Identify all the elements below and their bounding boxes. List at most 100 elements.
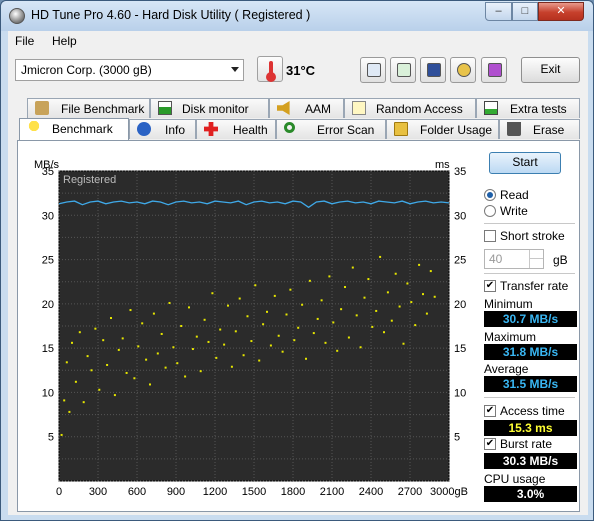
access-time-point — [110, 317, 112, 320]
copy-info-button[interactable] — [360, 57, 386, 83]
access-time-point — [156, 352, 159, 355]
down-arrow-icon — [488, 63, 502, 77]
access-time-point — [398, 305, 401, 308]
access-time-point — [320, 299, 323, 302]
tab-label: File Benchmark — [61, 102, 145, 116]
tab-label: AAM — [305, 102, 332, 116]
copy-graph-icon — [397, 63, 411, 77]
thermometer-icon[interactable] — [257, 56, 283, 82]
tab-random-access[interactable]: Random Access — [344, 98, 476, 118]
access-time-point — [219, 328, 222, 331]
access-time-point — [422, 293, 424, 296]
y-right-tick-label: 15 — [454, 343, 466, 355]
access-time-point — [172, 346, 175, 349]
y-left-tick-label: 10 — [42, 387, 54, 399]
tab-health[interactable]: Health — [196, 119, 276, 139]
tab-aam[interactable]: AAM — [269, 98, 344, 118]
access-time-point — [113, 394, 116, 397]
info-icon — [137, 122, 151, 136]
download-button[interactable] — [481, 57, 507, 83]
access-time-point — [82, 401, 85, 404]
transfer-rate-label: Transfer rate — [500, 279, 569, 293]
folder-icon — [394, 122, 408, 136]
access-time-point — [191, 348, 194, 351]
read-radio[interactable] — [484, 189, 496, 201]
burst-rate-checkbox[interactable]: ✔ — [484, 438, 496, 450]
tab-folder-usage[interactable]: Folder Usage — [386, 119, 499, 139]
close-button[interactable]: ✕ — [538, 2, 584, 21]
access-time-point — [86, 355, 89, 358]
access-time-point — [203, 318, 206, 321]
access-time-point — [246, 315, 249, 318]
access-time-point — [336, 349, 339, 352]
minimize-button[interactable]: – — [485, 2, 512, 21]
title-bar[interactable]: HD Tune Pro 4.60 - Hard Disk Utility ( R… — [1, 1, 593, 31]
client-area: File Help Jmicron Corp. (3000 gB) 31°C E… — [8, 31, 588, 515]
access-time-point — [207, 340, 210, 343]
drive-select[interactable]: Jmicron Corp. (3000 gB) — [15, 59, 244, 81]
copy-icon — [367, 63, 381, 77]
access-time-point — [149, 383, 151, 386]
access-time-point — [390, 319, 393, 322]
access-time-point — [242, 354, 245, 357]
exit-button[interactable]: Exit — [521, 57, 580, 83]
chart-watermark: Registered — [63, 174, 116, 186]
tab-info[interactable]: Info — [129, 119, 196, 139]
burst-rate-value: 30.3 MB/s — [484, 453, 577, 469]
tab-extra-tests[interactable]: Extra tests — [476, 98, 580, 118]
short-stroke-checkbox[interactable] — [484, 230, 496, 242]
access-time-point — [383, 331, 385, 334]
access-time-point — [418, 263, 421, 266]
floppy-disk-icon — [427, 63, 441, 77]
divider — [484, 223, 575, 224]
y-right-axis-label: ms — [435, 159, 450, 171]
access-time-point — [269, 344, 272, 347]
options-button[interactable] — [450, 57, 476, 83]
spin-down-icon[interactable] — [529, 259, 543, 268]
write-radio[interactable] — [484, 205, 496, 217]
transfer-rate-checkbox[interactable]: ✔ — [484, 280, 496, 292]
maximize-button[interactable]: □ — [512, 2, 538, 21]
x-tick-label: 2700 — [398, 486, 422, 498]
tab-error-scan[interactable]: Error Scan — [276, 119, 386, 139]
x-tick-label: 3000gB — [430, 486, 468, 498]
access-time-point — [188, 306, 190, 309]
tab-label: Extra tests — [510, 102, 567, 116]
short-stroke-spinner[interactable]: 40 — [484, 249, 544, 269]
access-time-point — [367, 278, 370, 281]
access-time-point — [98, 388, 101, 391]
copy-screenshot-button[interactable] — [390, 57, 416, 83]
access-time-value: 15.3 ms — [484, 420, 577, 436]
menu-file[interactable]: File — [15, 34, 34, 48]
x-tick-label: 1500 — [242, 486, 266, 498]
tab-label: Folder Usage — [420, 123, 493, 137]
spin-up-icon[interactable] — [529, 250, 543, 259]
access-time-label: Access time — [500, 404, 565, 418]
tab-file-benchmark[interactable]: File Benchmark — [27, 98, 150, 118]
access-time-point — [78, 331, 81, 334]
menu-help[interactable]: Help — [52, 34, 77, 48]
access-time-point — [152, 312, 155, 315]
access-time-point — [347, 336, 350, 339]
read-label: Read — [500, 188, 529, 202]
save-button[interactable] — [420, 57, 446, 83]
short-stroke-unit: gB — [553, 253, 568, 267]
access-time-point — [94, 327, 97, 330]
access-time-point — [71, 341, 73, 344]
access-time-point — [250, 340, 253, 343]
access-time-point — [324, 341, 327, 344]
access-time-checkbox[interactable]: ✔ — [484, 405, 496, 417]
cpu-usage-value: 3.0% — [484, 486, 577, 502]
tab-benchmark[interactable]: Benchmark — [19, 118, 129, 140]
divider — [484, 397, 575, 398]
tab-erase[interactable]: Erase — [499, 119, 580, 139]
access-time-point — [363, 296, 366, 299]
start-button[interactable]: Start — [489, 152, 561, 174]
access-time-point — [74, 380, 77, 383]
benchmark-chart: RegisteredMB/s ms5 510 1015 1520 2025 2530 3035… — [34, 159, 468, 498]
access-time-point — [176, 362, 179, 365]
access-time-point — [234, 330, 237, 333]
temperature-readout: 31°C — [286, 63, 316, 78]
tab-disk-monitor[interactable]: Disk monitor — [150, 98, 269, 118]
access-time-point — [312, 332, 315, 335]
